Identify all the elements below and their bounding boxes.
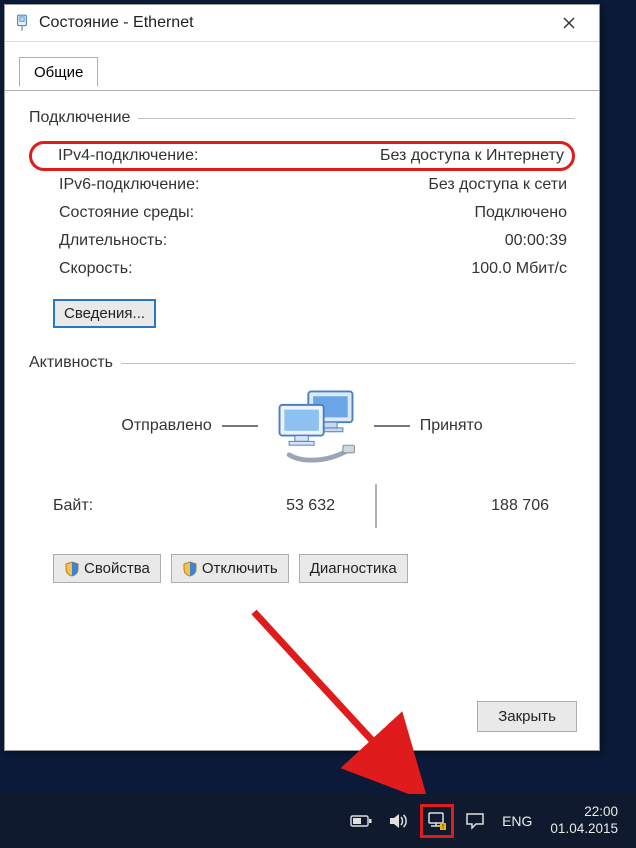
row-duration: Длительность: 00:00:39 xyxy=(29,227,575,255)
ipv6-label: IPv6-подключение: xyxy=(59,176,199,194)
tray-time: 22:00 xyxy=(550,804,618,821)
svg-text:!: ! xyxy=(442,824,444,831)
window-title: Состояние - Ethernet xyxy=(39,14,547,32)
computers-icon xyxy=(268,386,364,466)
disable-button[interactable]: Отключить xyxy=(171,554,289,583)
row-speed: Скорость: 100.0 Мбит/с xyxy=(29,255,575,283)
diagnose-button-label: Диагностика xyxy=(310,560,397,577)
divider xyxy=(138,118,575,119)
tray-clock[interactable]: 22:00 01.04.2015 xyxy=(540,804,628,838)
properties-button[interactable]: Свойства xyxy=(53,554,161,583)
details-button-label: Сведения... xyxy=(64,305,145,322)
titlebar[interactable]: Состояние - Ethernet xyxy=(5,5,599,42)
action-buttons: Свойства Отключить Диагностика xyxy=(53,554,575,583)
divider xyxy=(121,363,575,364)
ipv4-value: Без доступа к Интернету xyxy=(380,147,564,165)
tab-general[interactable]: Общие xyxy=(19,57,98,87)
footer: Закрыть xyxy=(477,701,577,732)
bytes-recv: 188 706 xyxy=(397,497,569,515)
properties-button-label: Свойства xyxy=(84,560,150,577)
taskbar: ! ENG 22:00 01.04.2015 xyxy=(0,794,636,848)
group-connection-label: Подключение xyxy=(29,109,130,127)
group-connection: Подключение IPv4-подключение: Без доступ… xyxy=(29,109,575,328)
ipv4-label: IPv4-подключение: xyxy=(58,147,198,165)
speed-label: Скорость: xyxy=(59,260,133,278)
close-window-button[interactable] xyxy=(547,9,591,37)
tray-network-icon[interactable]: ! xyxy=(420,804,454,838)
group-activity-header: Активность xyxy=(29,354,575,372)
group-activity: Активность Отправлено xyxy=(29,354,575,528)
tray-date: 01.04.2015 xyxy=(550,821,618,838)
tray-volume-icon[interactable] xyxy=(382,804,416,838)
row-ipv4: IPv4-подключение: Без доступа к Интернет… xyxy=(29,141,575,171)
ethernet-status-window: Состояние - Ethernet Общие Подключение I… xyxy=(4,4,600,751)
sent-label: Отправлено xyxy=(121,417,211,435)
ipv6-value: Без доступа к сети xyxy=(428,176,567,194)
bytes-row: Байт: 53 632 188 706 xyxy=(29,484,575,528)
shield-icon xyxy=(64,561,80,577)
bytes-label: Байт: xyxy=(53,497,183,515)
duration-value: 00:00:39 xyxy=(505,232,567,250)
details-button[interactable]: Сведения... xyxy=(53,299,156,328)
ethernet-icon xyxy=(13,12,31,34)
close-button-label: Закрыть xyxy=(498,708,556,725)
media-value: Подключено xyxy=(474,204,567,222)
group-activity-label: Активность xyxy=(29,354,113,372)
disable-button-label: Отключить xyxy=(202,560,278,577)
bytes-sent: 53 632 xyxy=(183,497,355,515)
row-ipv6: IPv6-подключение: Без доступа к сети xyxy=(29,171,575,199)
tray-language[interactable]: ENG xyxy=(494,813,540,829)
row-media: Состояние среды: Подключено xyxy=(29,199,575,227)
dash-left xyxy=(222,425,258,427)
tabs: Общие xyxy=(5,56,599,91)
close-icon xyxy=(563,17,575,29)
tray-battery-icon[interactable] xyxy=(344,804,378,838)
activity-body: Отправлено xyxy=(29,386,575,466)
panel-body: Подключение IPv4-подключение: Без доступ… xyxy=(5,91,599,593)
diagnose-button[interactable]: Диагностика xyxy=(299,554,408,583)
speed-value: 100.0 Мбит/с xyxy=(471,260,567,278)
bytes-separator xyxy=(375,484,377,528)
close-button[interactable]: Закрыть xyxy=(477,701,577,732)
shield-icon xyxy=(182,561,198,577)
recv-label: Принято xyxy=(420,417,483,435)
group-connection-header: Подключение xyxy=(29,109,575,127)
duration-label: Длительность: xyxy=(59,232,167,250)
tray-action-center-icon[interactable] xyxy=(458,804,492,838)
media-label: Состояние среды: xyxy=(59,204,194,222)
dash-right xyxy=(374,425,410,427)
